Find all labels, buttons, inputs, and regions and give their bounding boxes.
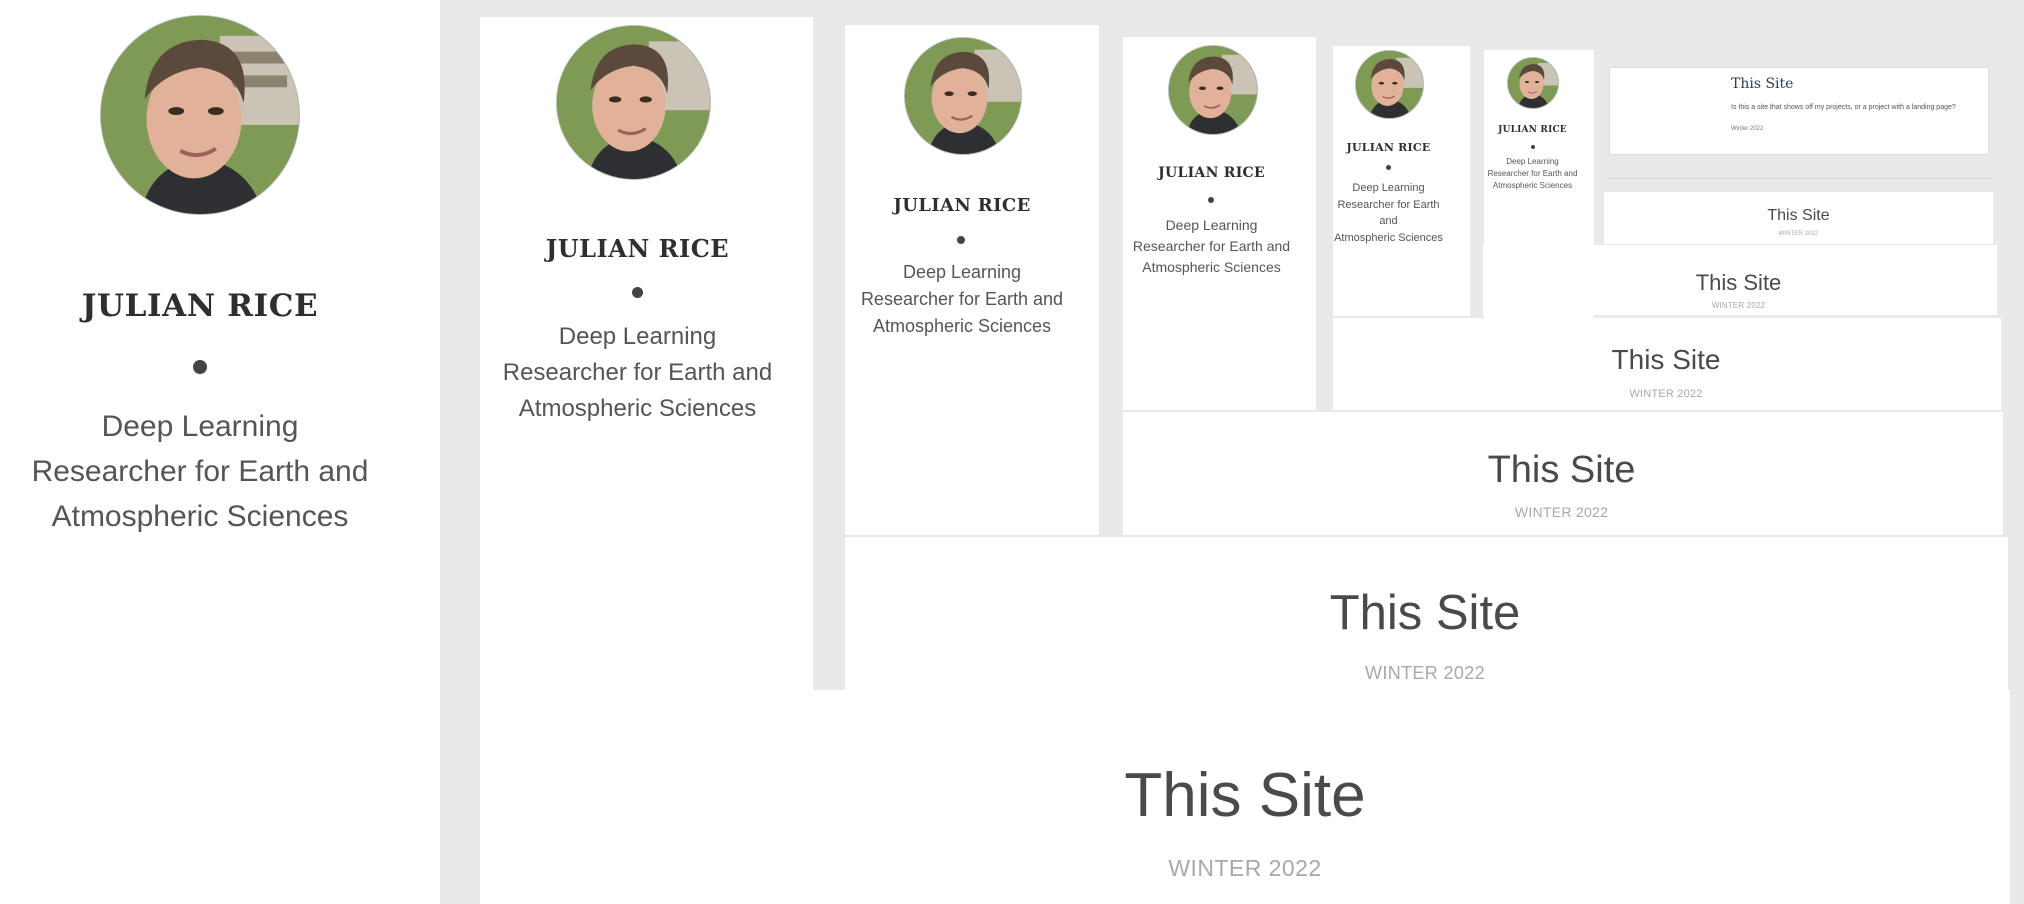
dot-separator-icon [1208,197,1214,203]
profile-card-3: JULIAN RICE Deep Learning Researcher for… [845,25,1099,535]
project-title: This Site [1329,586,1521,640]
project-title: This Site [1487,449,1636,491]
profile-card-5: JULIAN RICE Deep Learning Researcher for… [1333,46,1470,316]
profile-photo-icon [556,25,711,180]
project-card-xl[interactable]: This Site WINTER 2022 [480,690,2010,904]
project-title: This Site [1124,761,1366,830]
profile-description: Deep Learning Researcher for Earth and A… [860,262,1064,336]
dot-separator-icon [1386,165,1391,170]
sidebar: JULIAN RICE Deep Learning Researcher for… [0,0,440,904]
profile-name: JULIAN RICE [1498,125,1567,135]
profile-card-2: JULIAN RICE Deep Learning Researcher for… [480,17,813,690]
profile-card-6: JULIAN RICE Deep Learning Researcher for… [1484,50,1594,318]
project-card-l[interactable]: This Site WINTER 2022 [845,537,2008,690]
project-date: WINTER 2022 [1365,663,1485,683]
profile-description: Deep Learning Researcher for Earth and A… [1132,217,1291,275]
profile-name: JULIAN RICE [81,288,319,324]
project-date: WINTER 2022 [1514,504,1609,520]
dot-separator-icon [1531,145,1535,149]
profile-description: Deep Learning Researcher for Earth and A… [1487,157,1578,190]
profile-card-4: JULIAN RICE Deep Learning Researcher for… [1123,37,1316,410]
profile-description: Deep Learning Researcher for Earth and A… [1334,182,1443,244]
profile-photo-icon [100,15,300,215]
project-title: This Site [1611,344,1721,375]
dot-separator-icon [632,287,643,298]
project-date: WINTER 2022 [1629,388,1703,400]
project-title: This Site [1767,207,1830,224]
dot-separator-icon [193,360,207,374]
profile-name: JULIAN RICE [893,195,1031,216]
project-card-m[interactable]: This Site WINTER 2022 [1123,412,2003,535]
profile-photo-icon [904,37,1022,155]
project-title: This Site [1731,76,1794,92]
profile-description: Deep Learning Researcher for Earth and A… [502,323,773,422]
dot-separator-icon [957,236,965,244]
profile-photo-icon [1355,50,1424,119]
profile-photo-icon [1507,57,1559,109]
profile-description: Deep Learning Researcher for Earth and A… [31,410,369,533]
profile-name: JULIAN RICE [1158,165,1265,181]
profile-photo-icon [1168,45,1258,135]
profile-name: JULIAN RICE [545,234,730,263]
project-card-detail[interactable]: This Site Is this a site that shows off … [1610,68,1988,154]
project-card-s[interactable]: This Site WINTER 2022 [1333,318,2001,410]
project-date: Winter 2022 [1731,126,1764,132]
project-date: WINTER 2022 [1168,855,1322,881]
project-card-xxs[interactable]: This Site WINTER 2022 [1604,192,1993,244]
project-date: WINTER 2022 [1778,231,1819,237]
profile-name: JULIAN RICE [1346,141,1431,154]
project-description: Is this a site that shows off my project… [1731,104,1956,111]
divider [1608,178,1992,179]
